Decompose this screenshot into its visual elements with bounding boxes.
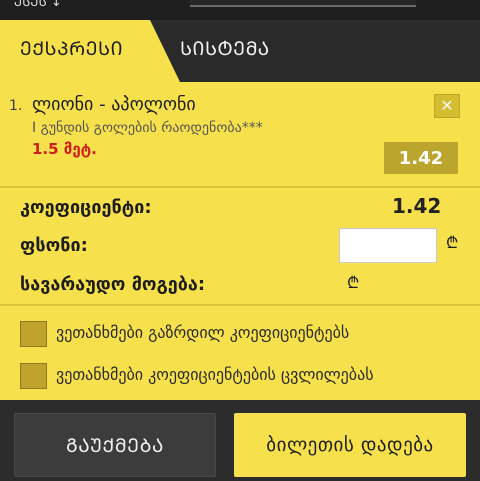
- win-label: სავარაუდო მოგება:: [20, 274, 206, 295]
- tab-express[interactable]: ᲔᲥᲡᲞᲠᲔᲡᲘ: [0, 20, 180, 82]
- divider: [0, 304, 480, 306]
- tab-express-label: ᲔᲥᲡᲞᲠᲔᲡᲘ: [20, 38, 124, 60]
- cancel-button-label: ᲒᲐᲣᲥᲛᲔᲑᲐ: [66, 435, 164, 457]
- betslip-panel: 1. ლიონი - აპოლონი I გუნდის გოლების რაოდ…: [0, 82, 480, 400]
- stake-currency-icon: ₾: [446, 233, 459, 252]
- accept-increased-odds-option[interactable]: ვეთანხმები გაზრდილ კოეფიციენტებს: [20, 321, 460, 347]
- top-bar-text: ᲔᲡᲔᲡ ↓: [14, 0, 62, 10]
- place-bet-button-label: ბილეთის დადება: [266, 434, 434, 456]
- bet-selection: 1.5 მეტ.: [32, 140, 97, 158]
- divider: [0, 186, 480, 188]
- accept-increased-odds-label: ვეთანხმები გაზრდილ კოეფიციენტებს: [56, 323, 350, 342]
- win-currency-icon: ₾: [347, 273, 360, 292]
- bet-item: 1. ლიონი - აპოლონი I გუნდის გოლების რაოდ…: [0, 82, 480, 186]
- accept-odds-change-option[interactable]: ვეთანხმები კოეფიციენტების ცვლილებას: [20, 363, 460, 389]
- stake-label: ფსონი:: [20, 235, 88, 256]
- bet-type-tabs: ᲔᲥᲡᲞᲠᲔᲡᲘ ᲡᲘᲡᲢᲔᲛᲐ: [0, 20, 480, 82]
- bet-odd-badge: 1.42: [384, 142, 458, 174]
- bet-match: ლიონი - აპოლონი: [32, 94, 196, 115]
- accept-odds-change-checkbox[interactable]: [20, 363, 47, 389]
- coef-value: 1.42: [392, 194, 442, 218]
- top-bar: ᲔᲡᲔᲡ ↓: [0, 0, 480, 20]
- remove-bet-button[interactable]: ✕: [434, 94, 460, 118]
- footer-actions: ᲒᲐᲣᲥᲛᲔᲑᲐ ბილეთის დადება: [0, 400, 480, 481]
- close-icon: ✕: [440, 96, 454, 115]
- place-bet-button[interactable]: ბილეთის დადება: [234, 413, 466, 477]
- accept-odds-change-label: ვეთანხმები კოეფიციენტების ცვლილებას: [56, 365, 374, 384]
- tab-system-label: ᲡᲘᲡᲢᲔᲛᲐ: [180, 38, 270, 60]
- accept-increased-odds-checkbox[interactable]: [20, 321, 47, 347]
- cancel-button[interactable]: ᲒᲐᲣᲥᲛᲔᲑᲐ: [14, 413, 216, 477]
- stake-input[interactable]: [339, 228, 437, 263]
- bet-number: 1.: [9, 98, 23, 114]
- bet-market: I გუნდის გოლების რაოდენობა***: [32, 120, 263, 136]
- top-bar-field[interactable]: [190, 0, 416, 7]
- coef-label: კოეფიციენტი:: [20, 197, 152, 218]
